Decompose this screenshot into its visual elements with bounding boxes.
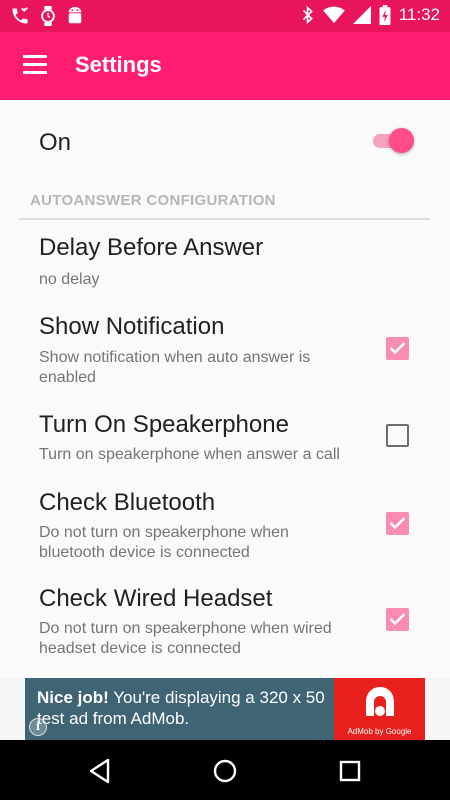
ad-text: Nice job! You're displaying a 320 x 50 t… xyxy=(37,687,337,729)
show-notification-checkbox[interactable] xyxy=(386,337,409,360)
ad-banner[interactable]: Nice job! You're displaying a 320 x 50 t… xyxy=(25,678,425,740)
missed-call-icon xyxy=(12,7,29,24)
pref-summary: no delay xyxy=(39,271,100,288)
pref-summary: Do not turn on speakerphone when bluetoo… xyxy=(39,524,289,561)
checkmark-icon xyxy=(389,613,406,626)
settings-list: On AUTOANSWER CONFIGURATION Delay Before… xyxy=(0,100,450,678)
check-wired-headset-checkbox[interactable] xyxy=(386,608,409,631)
pref-title: Turn On Speakerphone xyxy=(39,411,289,438)
hamburger-menu-icon[interactable] xyxy=(23,55,47,75)
recents-icon[interactable] xyxy=(336,757,364,785)
pref-summary: Turn on speakerphone when answer a call xyxy=(39,446,340,463)
ad-headline: Nice job! xyxy=(37,688,109,707)
checkmark-icon xyxy=(389,517,406,530)
checkmark-icon xyxy=(389,342,406,355)
section-divider xyxy=(19,218,430,220)
watch-icon xyxy=(41,6,55,26)
pref-title: Delay Before Answer xyxy=(39,234,264,261)
pref-check-bluetooth[interactable]: Check Bluetooth Do not turn on speakerph… xyxy=(0,489,450,569)
admob-logo: AdMob by Google xyxy=(334,678,425,740)
pref-summary: Show notification when auto answer is en… xyxy=(39,349,311,386)
check-bluetooth-checkbox[interactable] xyxy=(386,512,409,535)
bluetooth-icon xyxy=(302,5,313,25)
pref-summary: Do not turn on speakerphone when wired h… xyxy=(39,620,332,657)
master-switch-label: On xyxy=(39,129,72,156)
pref-title: Check Bluetooth xyxy=(39,489,216,516)
status-bar: 11:32 xyxy=(0,0,450,32)
app-bar: Settings xyxy=(0,32,450,100)
master-toggle-switch[interactable] xyxy=(373,127,414,153)
pref-delay-before-answer[interactable]: Delay Before Answer no delay xyxy=(0,234,450,296)
status-time: 11:32 xyxy=(398,5,440,24)
switch-thumb xyxy=(389,128,414,153)
admob-mark-icon xyxy=(366,687,394,716)
pref-check-wired-headset[interactable]: Check Wired Headset Do not turn on speak… xyxy=(0,585,450,665)
wifi-icon xyxy=(322,6,345,24)
ad-logo-label: AdMob by Google xyxy=(347,727,412,736)
pref-turn-on-speakerphone[interactable]: Turn On Speakerphone Turn on speakerphon… xyxy=(0,411,450,473)
battery-charging-icon xyxy=(379,5,391,25)
android-icon xyxy=(68,7,82,24)
back-icon[interactable] xyxy=(86,757,114,785)
navigation-bar xyxy=(0,740,450,800)
pref-title: Show Notification xyxy=(39,313,225,340)
pref-title: Check Wired Headset xyxy=(39,585,273,612)
ad-info-icon[interactable]: i xyxy=(29,718,47,736)
section-header: AUTOANSWER CONFIGURATION xyxy=(30,192,276,209)
home-icon[interactable] xyxy=(211,757,239,785)
turn-on-speakerphone-checkbox[interactable] xyxy=(386,424,409,447)
signal-icon xyxy=(352,6,371,24)
pref-show-notification[interactable]: Show Notification Show notification when… xyxy=(0,313,450,393)
master-switch-row[interactable]: On xyxy=(0,100,450,182)
page-title: Settings xyxy=(75,52,162,77)
